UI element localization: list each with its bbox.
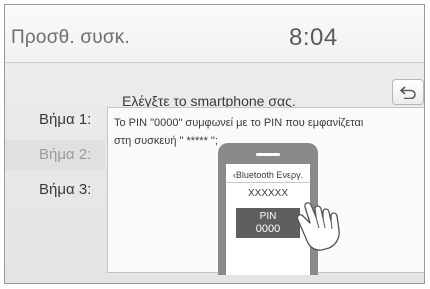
clock: 8:04 — [289, 24, 338, 51]
phone-pin-value: 0000 — [255, 223, 281, 235]
back-button[interactable] — [392, 79, 424, 105]
content-panel: Το PIN "0000" συμφωνεί με το PIN που εμφ… — [107, 107, 424, 275]
step-1: Βήμα 1: — [39, 111, 92, 128]
step-3: Βήμα 3: — [39, 181, 92, 198]
status-bar: Προσθ. συσκ. 8:04 — [5, 5, 424, 63]
phone-speaker — [256, 153, 280, 156]
screen-title: Προσθ. συσκ. — [11, 27, 130, 48]
back-arrow-icon — [399, 86, 416, 99]
phone-pin-label: PIN — [259, 211, 277, 222]
phone-header-label: Bluetooth Ενεργ. — [235, 170, 304, 180]
pin-message-line-1: Το PIN "0000" συμφωνεί με το PIN που εμφ… — [114, 117, 364, 129]
phone-header: ‹Bluetooth Ενεργ. — [226, 168, 310, 183]
step-2: Βήμα 2: — [5, 140, 105, 170]
phone-pin-box: PIN 0000 — [236, 208, 300, 238]
screen-frame: Προσθ. συσκ. 8:04 Ελέγξτε το smartphone … — [4, 4, 425, 284]
hand-pointer-icon — [296, 202, 340, 251]
